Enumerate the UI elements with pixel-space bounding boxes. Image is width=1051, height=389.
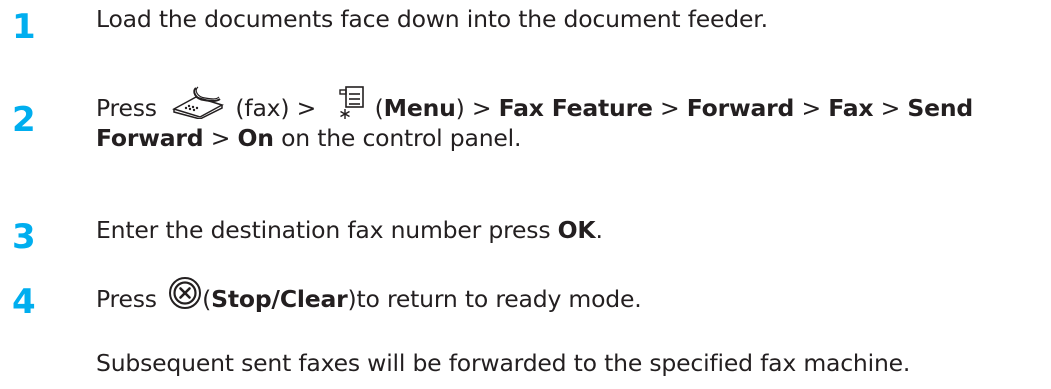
- stop-clear-label: Stop/Clear: [211, 285, 348, 313]
- forward-label-2: Forward: [96, 124, 204, 152]
- step-2-tail: on the control panel.: [281, 124, 522, 152]
- menu-label: Menu: [383, 94, 456, 122]
- fax-label: (fax) >: [235, 94, 317, 122]
- press-word: Press: [96, 285, 157, 313]
- step-number: 3: [12, 217, 36, 257]
- ok-label: OK: [557, 216, 596, 244]
- menu-open: (: [374, 94, 384, 122]
- stop-close: )to return to ready mode.: [347, 285, 642, 313]
- step-text: Enter the destination fax number press O…: [96, 213, 603, 247]
- step-number: 2: [12, 100, 36, 140]
- step-number: 1: [12, 7, 36, 47]
- separator: >: [659, 94, 680, 122]
- step-text-line-2: Forward > On on the control panel.: [96, 121, 521, 155]
- separator: >: [210, 124, 231, 152]
- stop-clear-icon: [168, 276, 202, 319]
- forward-label: Forward: [686, 94, 795, 122]
- step-text: Load the documents face down into the do…: [96, 2, 768, 36]
- step-3-text: Enter the destination fax number press: [96, 216, 551, 244]
- send-label: Send: [907, 94, 974, 122]
- step-number: 4: [12, 282, 36, 322]
- stop-open: (: [202, 285, 212, 313]
- on-label: On: [237, 124, 274, 152]
- period: .: [595, 216, 603, 244]
- separator: >: [880, 94, 901, 122]
- fax-option-label: Fax: [828, 94, 874, 122]
- press-word: Press: [96, 94, 157, 122]
- menu-close: ) >: [455, 94, 492, 122]
- fax-feature-label: Fax Feature: [498, 94, 653, 122]
- step-text: Press (Stop/Clear)to return to ready mod…: [96, 276, 642, 322]
- note-text: Subsequent sent faxes will be forwarded …: [96, 349, 911, 377]
- separator: >: [801, 94, 821, 122]
- step-1-text: Load the documents face down into the do…: [96, 5, 768, 33]
